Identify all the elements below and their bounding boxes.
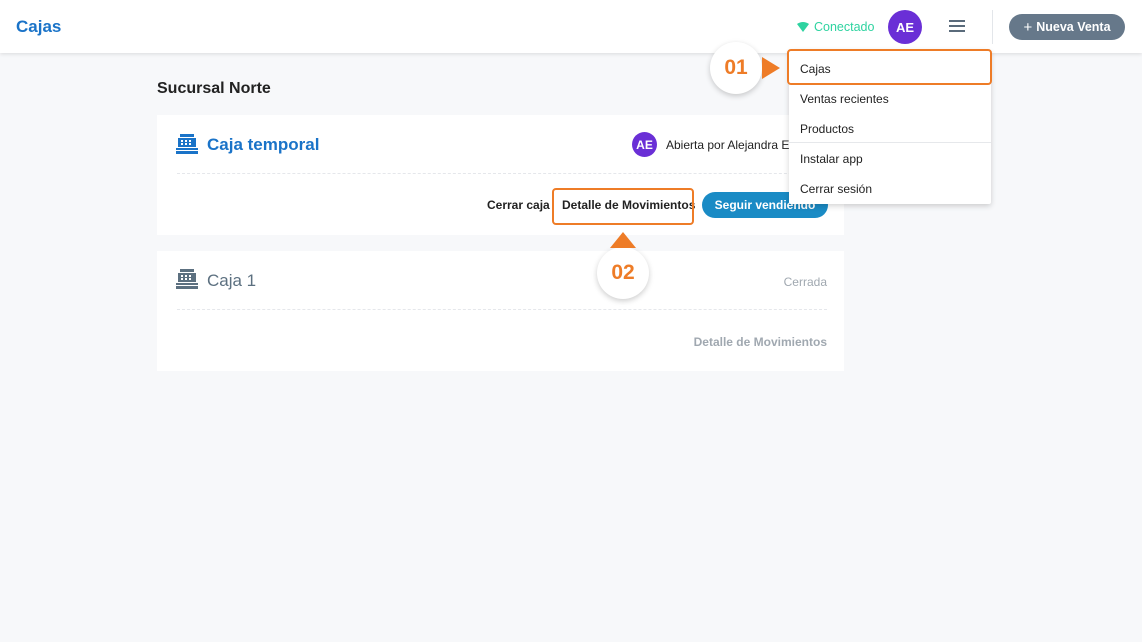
register-status: AE Abierta por Alejandra Er xyxy=(632,132,793,157)
avatar: AE xyxy=(632,132,657,157)
wifi-icon xyxy=(797,22,809,32)
register-card: Caja temporal AE Abierta por Alejandra E… xyxy=(157,115,844,235)
highlight-box xyxy=(787,49,992,85)
cash-register-icon xyxy=(176,269,198,289)
cash-register-icon xyxy=(176,134,198,154)
register-name[interactable]: Caja 1 xyxy=(207,271,256,291)
menu-item-logout[interactable]: Cerrar sesión xyxy=(789,174,991,204)
divider xyxy=(177,173,827,174)
register-status: Cerrada xyxy=(783,275,827,289)
user-avatar[interactable]: AE xyxy=(888,10,922,44)
close-register-button[interactable]: Cerrar caja xyxy=(487,198,550,212)
divider xyxy=(992,10,993,44)
branch-title: Sucursal Norte xyxy=(157,80,271,97)
arrow-up-icon xyxy=(610,232,636,248)
page-title: Cajas xyxy=(16,17,62,36)
menu-item-recent-sales[interactable]: Ventas recientes xyxy=(789,84,991,114)
opened-by-label: Abierta por Alejandra Er xyxy=(666,137,794,152)
plus-icon: + xyxy=(1023,18,1033,36)
hamburger-icon[interactable] xyxy=(946,18,968,36)
step-callout: 01 xyxy=(710,42,762,94)
arrow-right-icon xyxy=(762,57,780,79)
register-name[interactable]: Caja temporal xyxy=(207,135,319,155)
divider xyxy=(789,142,991,143)
menu-item-products[interactable]: Productos xyxy=(789,114,991,144)
new-sale-button[interactable]: + Nueva Venta xyxy=(1009,14,1125,40)
new-sale-label: Nueva Venta xyxy=(1036,20,1111,34)
register-card: Caja 1 Cerrada Detalle de Movimientos xyxy=(157,251,844,371)
menu-item-install-app[interactable]: Instalar app xyxy=(789,144,991,174)
divider xyxy=(177,309,827,310)
highlight-box xyxy=(552,188,694,225)
connection-status: Conectado xyxy=(797,20,874,34)
step-callout: 02 xyxy=(597,247,649,299)
connection-status-label: Conectado xyxy=(814,20,875,34)
top-bar: Cajas Conectado AE + Nueva Venta xyxy=(0,0,1142,53)
movements-detail-button[interactable]: Detalle de Movimientos xyxy=(694,335,827,349)
